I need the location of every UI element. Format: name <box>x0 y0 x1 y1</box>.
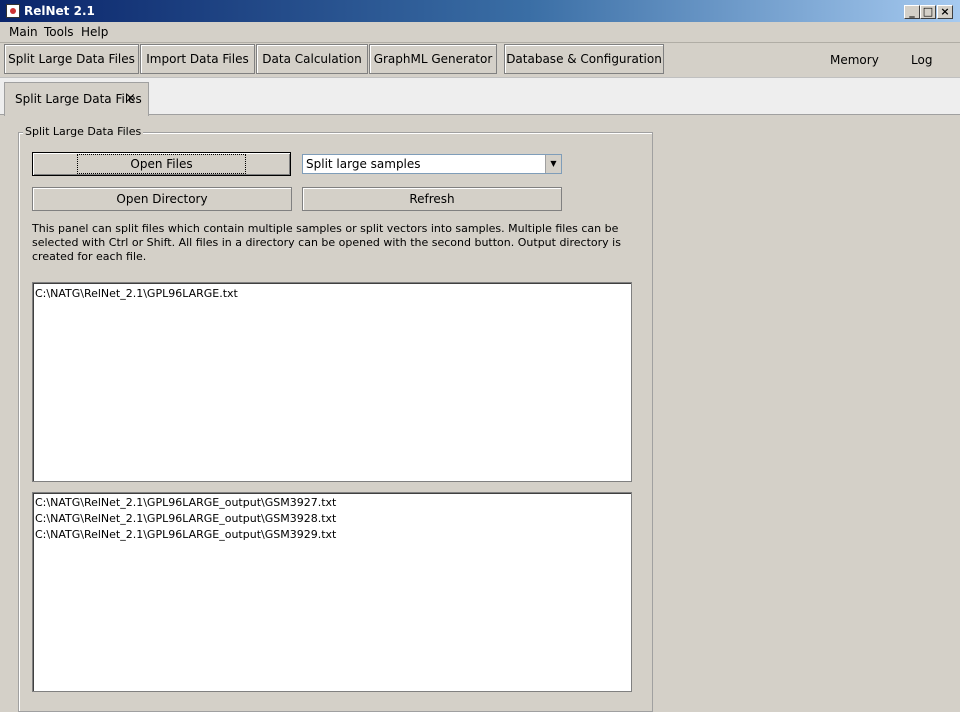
refresh-button[interactable]: Refresh <box>302 187 562 211</box>
close-window-button[interactable]: × <box>937 5 953 19</box>
data-calculation-button[interactable]: Data Calculation <box>256 44 368 74</box>
import-data-files-button[interactable]: Import Data Files <box>140 44 255 74</box>
menu-main[interactable]: Main <box>9 25 38 39</box>
title-bar: RelNet 2.1 _ □ × <box>0 0 960 22</box>
open-directory-button[interactable]: Open Directory <box>32 187 292 211</box>
tab-split-large-data-files[interactable]: Split Large Data Files × <box>4 82 149 116</box>
split-mode-value: Split large samples <box>306 157 421 171</box>
description-line: created for each file. <box>32 250 147 263</box>
list-item[interactable]: C:\NATG\RelNet_2.1\GPL96LARGE.txt <box>35 287 238 300</box>
description-line: This panel can split files which contain… <box>32 222 619 235</box>
database-configuration-button[interactable]: Database & Configuration <box>504 44 664 74</box>
tab-label: Split Large Data Files <box>15 92 142 106</box>
memory-button[interactable]: Memory <box>830 53 879 67</box>
log-button[interactable]: Log <box>911 53 932 67</box>
split-mode-select[interactable]: Split large samples ▼ <box>302 154 562 174</box>
split-large-data-files-button[interactable]: Split Large Data Files <box>4 44 139 74</box>
open-files-label: Open Files <box>77 154 246 174</box>
description-line: selected with Ctrl or Shift. All files i… <box>32 236 621 249</box>
menu-bar: Main Tools Help <box>0 22 960 43</box>
menu-help[interactable]: Help <box>81 25 108 39</box>
output-file-list[interactable]: C:\NATG\RelNet_2.1\GPL96LARGE_output\GSM… <box>32 492 632 692</box>
menu-tools[interactable]: Tools <box>44 25 74 39</box>
graphml-generator-button[interactable]: GraphML Generator <box>369 44 497 74</box>
maximize-button[interactable]: □ <box>920 5 936 19</box>
list-item[interactable]: C:\NATG\RelNet_2.1\GPL96LARGE_output\GSM… <box>35 512 336 525</box>
input-file-list[interactable]: C:\NATG\RelNet_2.1\GPL96LARGE.txt <box>32 282 632 482</box>
panel-description: This panel can split files which contain… <box>32 222 621 264</box>
window-title: RelNet 2.1 <box>24 4 95 18</box>
minimize-button[interactable]: _ <box>904 5 920 19</box>
list-item[interactable]: C:\NATG\RelNet_2.1\GPL96LARGE_output\GSM… <box>35 528 336 541</box>
close-icon[interactable]: × <box>125 91 136 106</box>
list-item[interactable]: C:\NATG\RelNet_2.1\GPL96LARGE_output\GSM… <box>35 496 336 509</box>
chevron-down-icon[interactable]: ▼ <box>545 155 561 173</box>
open-files-button[interactable]: Open Files <box>32 152 291 176</box>
group-title: Split Large Data Files <box>23 125 144 138</box>
java-icon <box>6 4 20 18</box>
